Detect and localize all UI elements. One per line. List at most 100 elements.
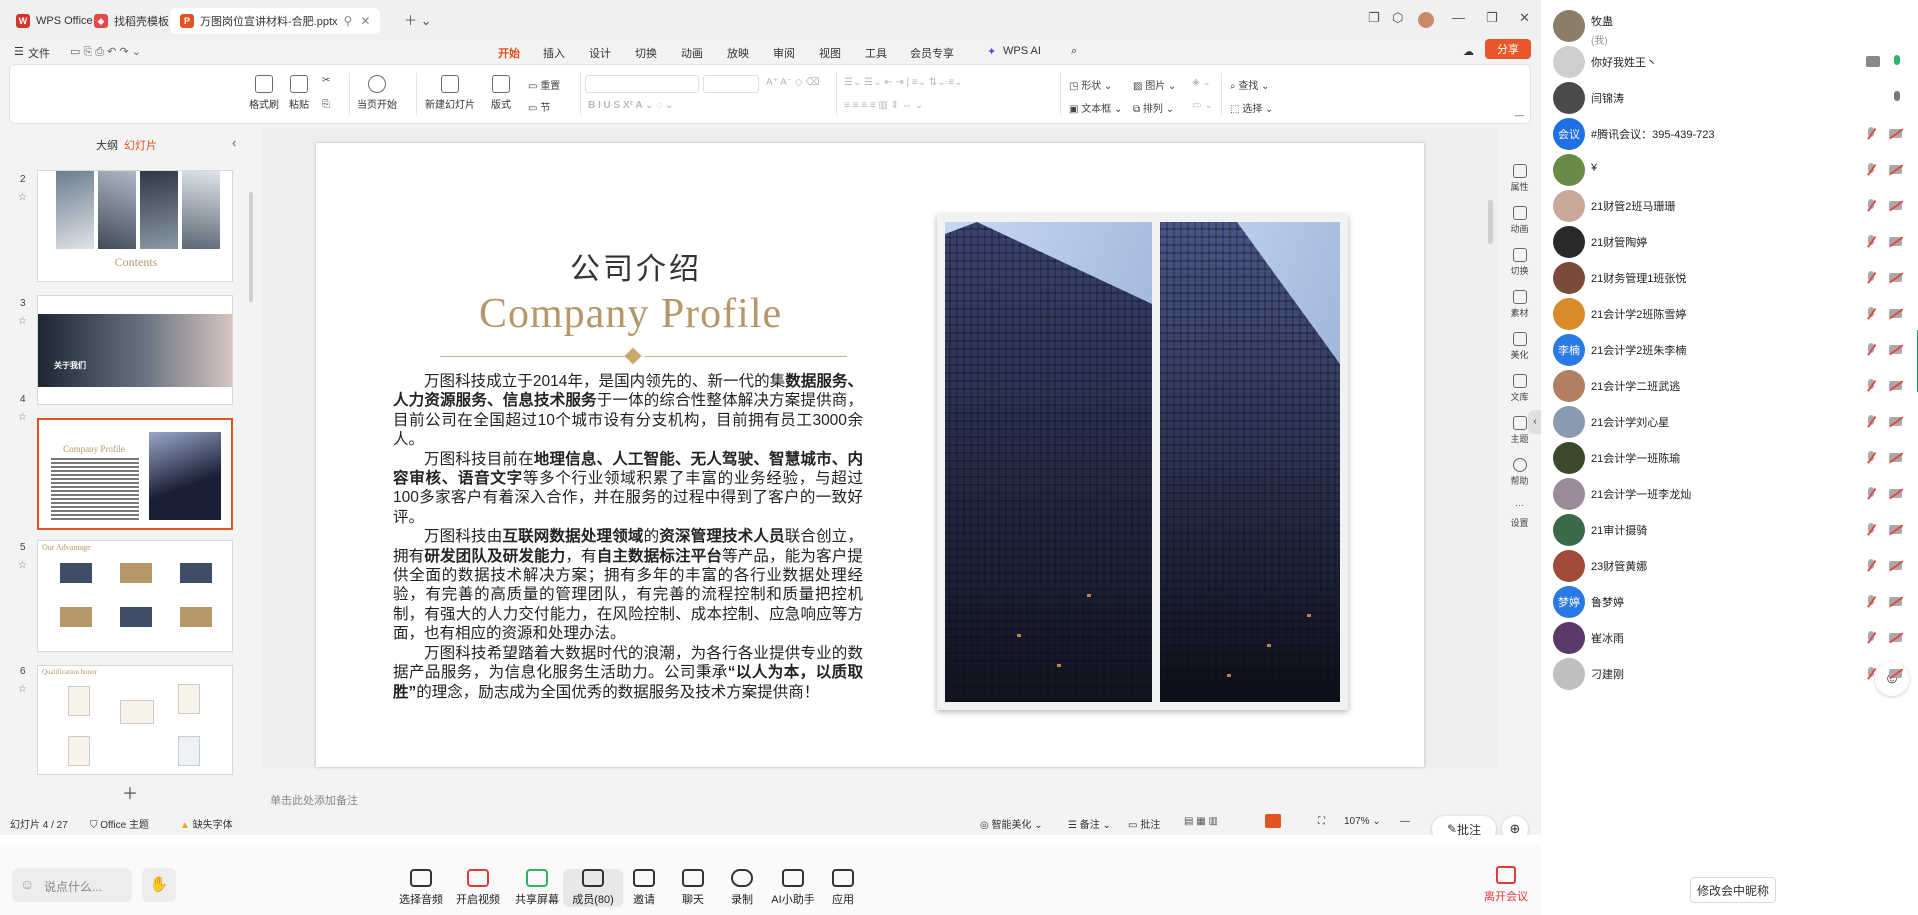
select-button[interactable]: ⬚ 选择 ⌄ <box>1230 100 1273 115</box>
shape-button[interactable]: ◳ 形状 ⌄ <box>1069 77 1112 92</box>
file-menu[interactable]: 文件 <box>28 45 50 61</box>
share-button[interactable]: 分享 <box>1485 39 1531 59</box>
mic-on-icon[interactable] <box>1890 90 1904 106</box>
emoji-icon[interactable]: ☺ <box>20 876 34 892</box>
camera-off-icon[interactable] <box>1888 414 1904 428</box>
rail-properties[interactable]: 属性 <box>1498 164 1541 193</box>
mic-muted-icon[interactable] <box>1864 450 1878 466</box>
zoom-level[interactable]: 107% ⌄ <box>1344 816 1381 827</box>
add-slide-icon[interactable]: ＋ <box>122 780 138 804</box>
tab-template[interactable]: ◆ 找稻壳模板 <box>84 8 179 34</box>
tile-window-icon[interactable]: ❐ <box>1368 10 1380 26</box>
font-grow-shrink-icons[interactable]: A⁺ A⁻ ◇ ⌫ <box>766 77 820 88</box>
tab-pptx-document[interactable]: P 万图岗位宣讲材料-合肥.pptx ⚲ ✕ <box>170 8 381 34</box>
cloud-sync-icon[interactable]: ☁ <box>1463 45 1474 58</box>
annotate-floating-button[interactable]: ✎ 批注 <box>1432 816 1496 835</box>
smart-beautify-button[interactable]: ◎ 智能美化 ⌄ <box>980 816 1043 831</box>
star-icon[interactable]: ☆ <box>18 412 27 423</box>
camera-off-icon[interactable] <box>1888 630 1904 644</box>
mic-muted-icon[interactable] <box>1864 198 1878 214</box>
menu-review[interactable]: 审阅 <box>773 45 795 61</box>
rail-transition[interactable]: 切换 <box>1498 248 1541 277</box>
notes-pane[interactable]: 单击此处添加备注 <box>262 786 1498 810</box>
raise-hand-icon[interactable]: ✋ <box>142 868 176 902</box>
menu-start[interactable]: 开始 <box>498 45 520 66</box>
camera-off-icon[interactable] <box>1888 234 1904 248</box>
pin-icon[interactable]: ⚲ <box>344 14 353 28</box>
outline-icon[interactable]: ▭ ⌄ <box>1192 100 1213 111</box>
star-icon[interactable]: ☆ <box>18 192 27 203</box>
menu-design[interactable]: 设计 <box>589 45 611 61</box>
mic-muted-icon[interactable] <box>1864 486 1878 502</box>
menu-member[interactable]: 会员专享 <box>910 45 954 61</box>
layout-button[interactable]: 版式 <box>491 75 511 111</box>
minimize-rail-icon[interactable]: — <box>1498 110 1541 120</box>
cube-icon[interactable]: ⬡ <box>1392 10 1403 26</box>
meeting-button-video-off[interactable]: 开启视频 <box>448 869 508 907</box>
mic-on-icon[interactable] <box>1890 54 1904 70</box>
menu-slideshow[interactable]: 放映 <box>727 45 749 61</box>
camera-off-icon[interactable] <box>1888 378 1904 392</box>
slide-title-chinese[interactable]: 公司介绍 <box>570 244 702 288</box>
new-slide-button[interactable]: 新建幻灯片 <box>425 75 475 111</box>
missing-font-indicator[interactable]: ▲ 缺失字体 <box>180 816 233 831</box>
camera-off-icon[interactable] <box>1888 450 1904 464</box>
fit-window-icon[interactable]: ⛶ <box>1318 816 1325 827</box>
theme-indicator[interactable]: ⛉ Office 主题 <box>90 816 149 831</box>
meeting-button-headset[interactable]: 选择音频 <box>391 869 451 907</box>
search-icon[interactable]: ⌕ <box>1071 45 1077 58</box>
mic-muted-icon[interactable] <box>1864 342 1878 358</box>
cut-icon[interactable]: ✂ <box>322 75 330 86</box>
tab-outline[interactable]: 大纲 <box>96 137 118 153</box>
rename-nickname-button[interactable]: 修改会中昵称 <box>1690 877 1776 903</box>
fill-icon[interactable]: ◈ ⌄ <box>1192 77 1211 88</box>
menu-tools[interactable]: 工具 <box>865 45 887 61</box>
camera-off-icon[interactable] <box>1888 270 1904 284</box>
slide-thumbnail-2[interactable]: Contents <box>37 170 233 282</box>
meeting-button-share-screen[interactable]: 共享屏幕 <box>507 869 567 907</box>
restore-icon[interactable]: ❐ <box>1486 10 1498 26</box>
notes-toggle-button[interactable]: ☰ 备注 ⌄ <box>1068 816 1111 831</box>
find-button[interactable]: ⌕ 查找 ⌄ <box>1230 77 1270 92</box>
zoom-in-icon[interactable]: ⊕ <box>1502 816 1528 835</box>
list-indent-icons[interactable]: ☰⌄ ☰⌄ ⇤ ⇥ | ≡⌄ ⇅⌄ ≡⌄ <box>844 77 963 88</box>
menu-insert[interactable]: 插入 <box>543 45 565 61</box>
rail-library[interactable]: 文库 <box>1498 374 1541 403</box>
camera-off-icon[interactable] <box>1888 666 1904 680</box>
mic-muted-icon[interactable] <box>1864 234 1878 250</box>
alignment-icons[interactable]: ≡ ≡ ≡ ≡ ▥ ⇕ ⇔ ⌄ <box>844 100 923 111</box>
camera-off-icon[interactable] <box>1888 306 1904 320</box>
meeting-button-apps[interactable]: 应用 <box>813 869 873 907</box>
picture-button[interactable]: ▨ 图片 ⌄ <box>1133 77 1176 92</box>
camera-off-icon[interactable] <box>1888 342 1904 356</box>
mic-muted-icon[interactable] <box>1864 306 1878 322</box>
slide-title-english[interactable]: Company Profile <box>479 290 782 338</box>
format-painter-button[interactable]: 格式刷 <box>249 75 279 111</box>
camera-off-icon[interactable] <box>1888 162 1904 176</box>
mic-muted-icon[interactable] <box>1864 378 1878 394</box>
mic-muted-icon[interactable] <box>1864 558 1878 574</box>
hamburger-icon[interactable]: ☰ <box>14 45 24 58</box>
slide-thumbnail-6[interactable]: Qualification honor <box>37 665 233 775</box>
mic-muted-icon[interactable] <box>1864 666 1878 682</box>
slide-thumbnail-5[interactable]: Our Advantage <box>37 540 233 652</box>
menu-transition[interactable]: 切换 <box>635 45 657 61</box>
view-mode-icons[interactable]: ▤ ▦ ▥ <box>1184 816 1218 827</box>
panel-scrollbar[interactable] <box>249 192 253 302</box>
close-window-icon[interactable]: ✕ <box>1519 10 1530 26</box>
rail-settings[interactable]: ··· 设置 <box>1498 500 1541 529</box>
reset-button[interactable]: ▭ 重置 <box>528 77 560 92</box>
text-format-icons[interactable]: B I U S X² A ⌄ ◌ ⌄ <box>588 100 673 111</box>
textbox-button[interactable]: ▣ 文本框 ⌄ <box>1069 100 1122 115</box>
new-tab-icon[interactable]: ＋ ⌄ <box>404 10 432 29</box>
comment-toggle-button[interactable]: ▭ 批注 <box>1128 816 1160 831</box>
camera-off-icon[interactable] <box>1888 126 1904 140</box>
play-from-current-button[interactable]: 当页开始 <box>357 75 397 111</box>
mic-muted-icon[interactable] <box>1864 630 1878 646</box>
menu-view[interactable]: 视图 <box>819 45 841 61</box>
mic-muted-icon[interactable] <box>1864 522 1878 538</box>
tab-slides[interactable]: 幻灯片 <box>124 137 157 153</box>
rail-help[interactable]: 帮助 <box>1498 458 1541 487</box>
slide-building-photo[interactable] <box>937 214 1348 710</box>
slide-thumbnail-4[interactable]: Company Profile <box>37 418 233 530</box>
